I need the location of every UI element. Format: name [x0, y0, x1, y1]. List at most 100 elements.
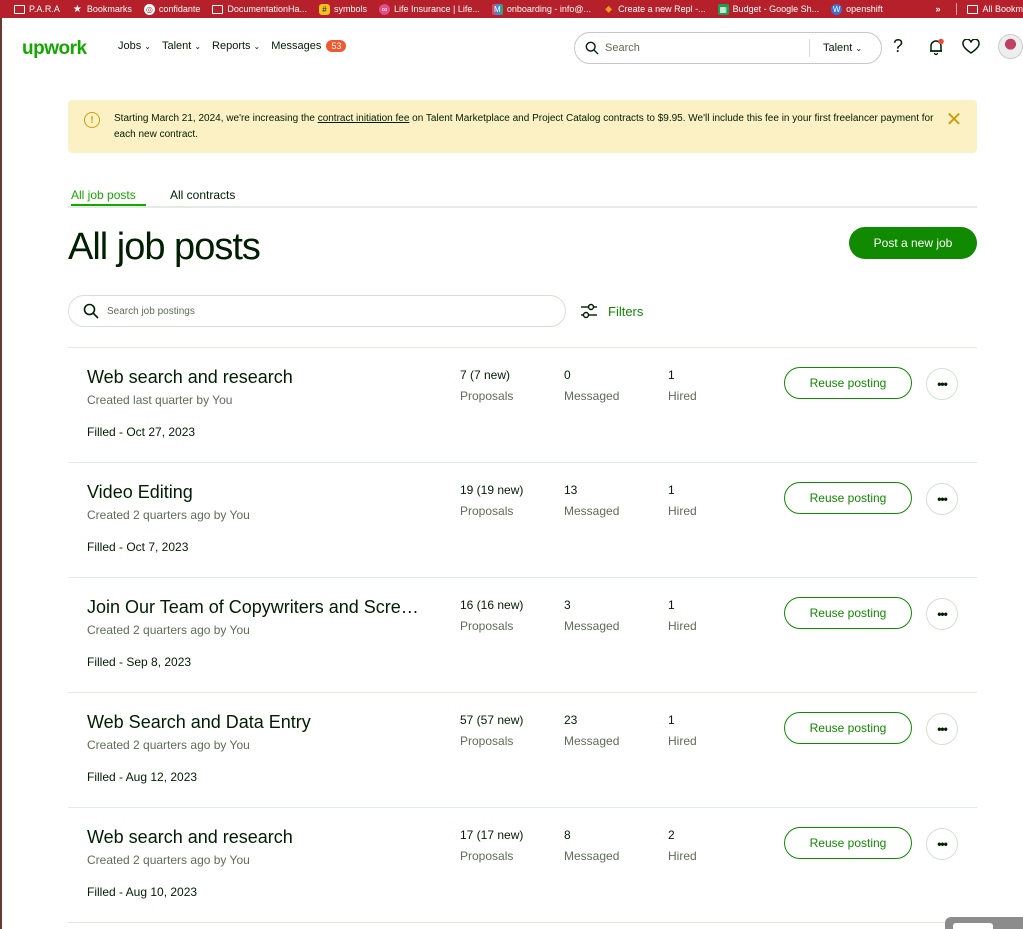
job-title[interactable]: Video Editing: [87, 482, 437, 503]
site-icon: ∞: [378, 3, 390, 15]
reuse-posting-button[interactable]: Reuse posting: [784, 712, 912, 744]
bookmark-documentation[interactable]: DocumentationHa...: [212, 4, 307, 14]
notifications-bell-icon[interactable]: [927, 38, 945, 56]
job-posts-list: Web search and research Created last qua…: [68, 347, 977, 923]
bookmark-replit[interactable]: ⬥ Create a new Repl -...: [603, 4, 706, 15]
more-options-icon[interactable]: •••: [926, 713, 958, 745]
messaged-stat[interactable]: 13 Messaged: [564, 483, 619, 518]
proposals-stat[interactable]: 16 (16 new) Proposals: [460, 598, 523, 633]
chevron-down-icon: ⌄: [194, 41, 202, 51]
gmail-icon: M: [491, 3, 503, 15]
bookmark-life-insurance[interactable]: ∞ Life Insurance | Life...: [378, 3, 480, 15]
bookmark-para[interactable]: P.A.R.A: [14, 4, 60, 14]
widget-tab: [953, 923, 993, 929]
more-options-icon[interactable]: •••: [926, 368, 958, 400]
hired-stat[interactable]: 1 Hired: [668, 368, 697, 403]
close-icon[interactable]: ✕: [944, 110, 964, 131]
job-postings-search-input[interactable]: [107, 305, 507, 317]
reuse-posting-button[interactable]: Reuse posting: [784, 482, 912, 514]
fee-notice-banner: ! Starting March 21, 2024, we're increas…: [68, 100, 977, 153]
replit-icon: ⬥: [605, 3, 613, 15]
job-row: Web Search and Data Entry Created 2 quar…: [68, 692, 977, 807]
window-edge: [0, 18, 2, 929]
proposals-stat[interactable]: 19 (19 new) Proposals: [460, 483, 523, 518]
job-status: Filled - Aug 10, 2023: [87, 885, 198, 899]
job-status: Filled - Aug 12, 2023: [87, 770, 198, 784]
job-title[interactable]: Web search and research: [87, 827, 437, 848]
proposals-stat[interactable]: 7 (7 new) Proposals: [460, 368, 513, 403]
chevron-down-icon: ⌄: [253, 41, 261, 51]
global-search-input[interactable]: [605, 42, 805, 54]
page-title: All job posts: [68, 226, 261, 268]
star-icon: ★: [72, 3, 82, 15]
hired-stat[interactable]: 1 Hired: [668, 713, 697, 748]
more-options-icon[interactable]: •••: [926, 598, 958, 630]
nav-jobs[interactable]: Jobs ⌄: [118, 40, 151, 52]
post-new-job-button[interactable]: Post a new job: [849, 227, 977, 259]
bookmark-budget[interactable]: ▦ Budget - Google Sh...: [717, 3, 819, 15]
more-options-icon[interactable]: •••: [926, 483, 958, 515]
nav-talent[interactable]: Talent ⌄: [162, 40, 201, 52]
app-icon: #: [318, 3, 330, 15]
job-row: Video Editing Created 2 quarters ago by …: [68, 462, 977, 577]
job-created: Created last quarter by You: [87, 393, 233, 407]
filters-button[interactable]: Filters: [580, 302, 643, 320]
all-bookmarks-button[interactable]: All Bookm: [967, 4, 1023, 14]
job-postings-search[interactable]: [68, 295, 566, 327]
job-created: Created 2 quarters ago by You: [87, 508, 250, 522]
proposals-stat[interactable]: 17 (17 new) Proposals: [460, 828, 523, 863]
bookmark-bookmarks[interactable]: ★ Bookmarks: [72, 4, 132, 15]
filters-icon: [581, 303, 597, 319]
folder-icon: [967, 4, 979, 14]
bookmarks-overflow: » All Bookm: [935, 0, 1023, 18]
job-status: Filled - Oct 7, 2023: [87, 540, 189, 554]
proposals-stat[interactable]: 57 (57 new) Proposals: [460, 713, 523, 748]
job-row: Join Our Team of Copywriters and Scre… C…: [68, 577, 977, 692]
main-nav: Jobs ⌄ Talent ⌄ Reports ⌄ Messages 53: [118, 40, 357, 52]
search-scope-dropdown[interactable]: Talent ⌄: [823, 42, 862, 54]
search-icon: [83, 303, 99, 319]
job-status: Filled - Sep 8, 2023: [87, 655, 192, 669]
chevron-down-icon: ⌄: [855, 43, 863, 53]
nav-messages[interactable]: Messages 53: [271, 40, 347, 52]
reuse-posting-button[interactable]: Reuse posting: [784, 827, 912, 859]
messaged-stat[interactable]: 3 Messaged: [564, 598, 619, 633]
warning-icon: !: [84, 112, 100, 128]
job-created: Created 2 quarters ago by You: [87, 853, 250, 867]
reuse-posting-button[interactable]: Reuse posting: [784, 597, 912, 629]
wordpress-icon: W: [831, 3, 843, 15]
search-icon: [585, 41, 599, 55]
messaged-stat[interactable]: 8 Messaged: [564, 828, 619, 863]
global-search[interactable]: Talent⌄: [574, 32, 882, 64]
more-options-icon[interactable]: •••: [926, 828, 958, 860]
messaged-stat[interactable]: 0 Messaged: [564, 368, 619, 403]
help-icon[interactable]: ?: [893, 36, 903, 57]
job-title[interactable]: Web Search and Data Entry: [87, 712, 437, 733]
bookmarks-bar: P.A.R.A ★ Bookmarks ◎ confidante Documenta…: [0, 0, 1023, 18]
folder-icon: [14, 4, 25, 14]
hired-stat[interactable]: 1 Hired: [668, 483, 697, 518]
job-title[interactable]: Join Our Team of Copywriters and Scre…: [87, 597, 437, 618]
tab-all-contracts[interactable]: All contracts: [170, 188, 235, 202]
hired-stat[interactable]: 2 Hired: [668, 828, 697, 863]
tab-all-job-posts[interactable]: All job posts: [71, 188, 136, 202]
bookmark-symbols[interactable]: # symbols: [318, 3, 367, 15]
bookmark-onboarding[interactable]: Monboarding - info@...: [491, 3, 591, 15]
globe-icon: ◎: [143, 3, 155, 15]
bookmark-openshift[interactable]: Wopenshift: [831, 3, 883, 15]
floating-widget[interactable]: [945, 917, 1023, 929]
contract-fee-link[interactable]: contract initiation fee: [318, 113, 410, 124]
bookmarks-more-button[interactable]: »: [935, 4, 940, 14]
bookmark-confidante[interactable]: ◎ confidante: [143, 3, 200, 15]
job-created: Created 2 quarters ago by You: [87, 738, 250, 752]
job-title[interactable]: Web search and research: [87, 367, 437, 388]
job-status: Filled - Oct 27, 2023: [87, 425, 196, 439]
nav-reports[interactable]: Reports ⌄: [212, 40, 260, 52]
upwork-logo[interactable]: upwork: [22, 38, 87, 60]
hired-stat[interactable]: 1 Hired: [668, 598, 697, 633]
bookmarks-separator: [956, 3, 958, 15]
heart-icon[interactable]: [962, 39, 980, 55]
reuse-posting-button[interactable]: Reuse posting: [784, 367, 912, 399]
avatar[interactable]: [998, 34, 1023, 59]
messaged-stat[interactable]: 23 Messaged: [564, 713, 619, 748]
